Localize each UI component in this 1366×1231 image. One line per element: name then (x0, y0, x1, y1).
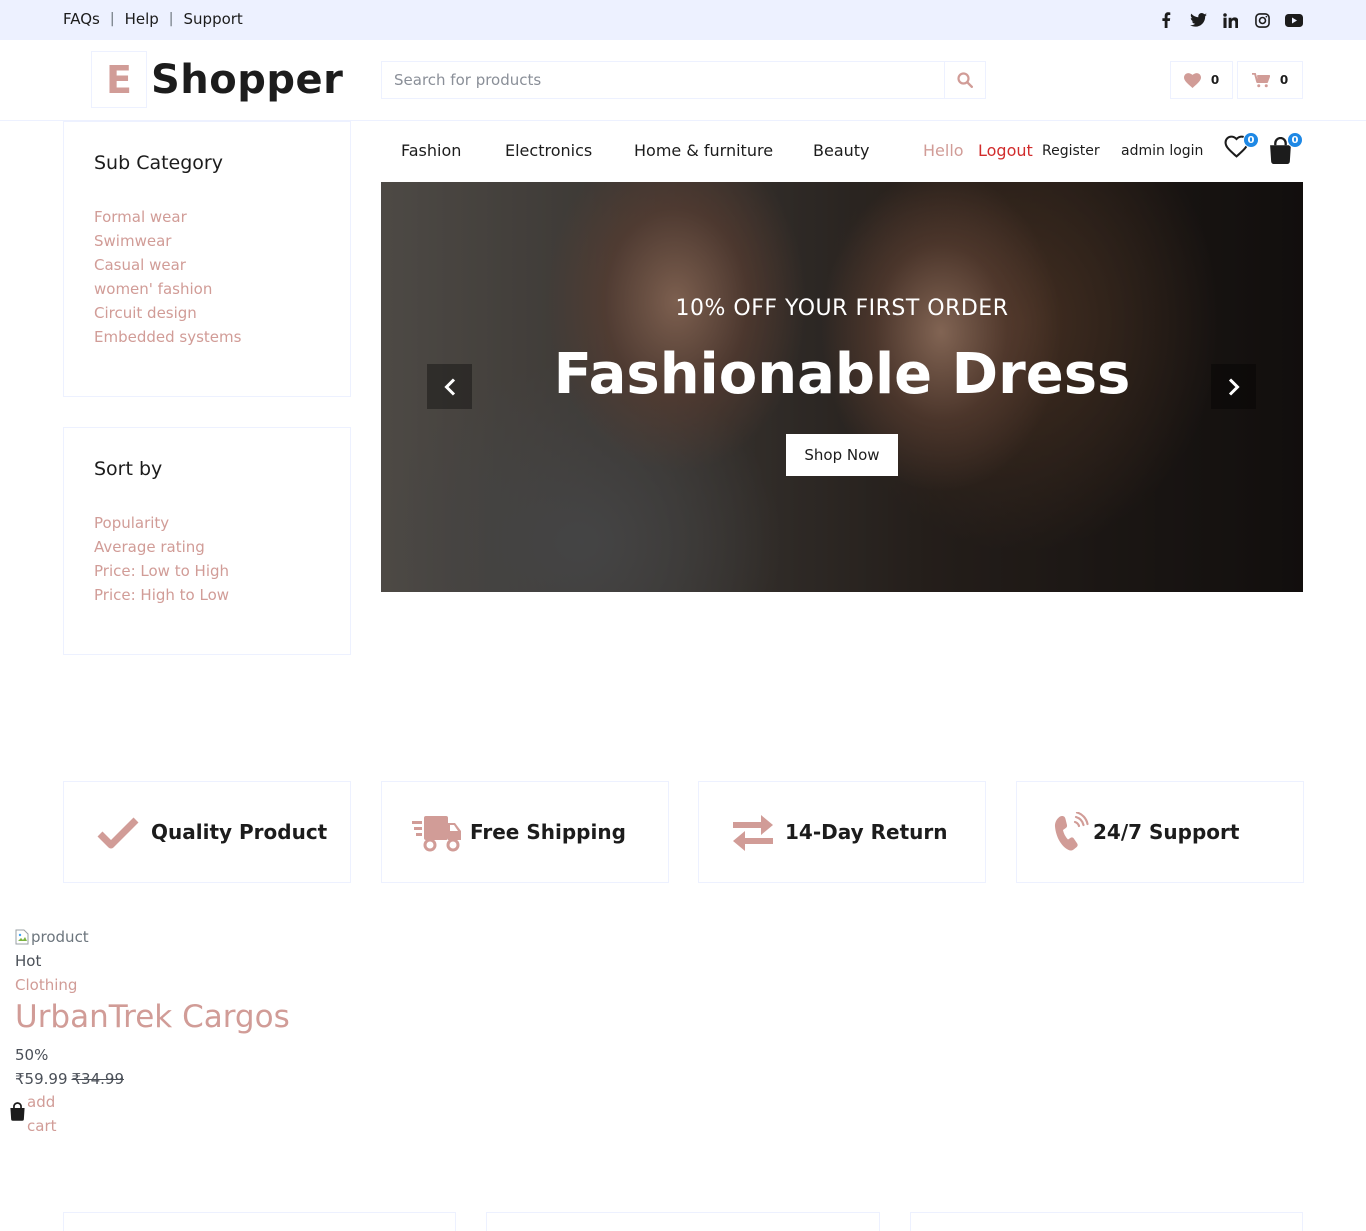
subcategory-title: Sub Category (94, 152, 223, 174)
product-badge: Hot (15, 952, 42, 970)
separator: | (168, 11, 174, 27)
carousel-next-button[interactable] (1211, 364, 1256, 409)
product-discount: 50% (15, 1046, 49, 1064)
feature-label: 24/7 Support (1093, 820, 1240, 844)
nav-fashion[interactable]: Fashion (401, 141, 461, 160)
product-old-price: ₹34.99 (71, 1070, 125, 1088)
add-to-cart-line: cart (27, 1117, 57, 1135)
main-nav: Fashion Electronics Home & furniture Bea… (381, 121, 1303, 182)
subcategory-panel: Sub Category Formal wear Swimwear Casual… (63, 121, 351, 397)
hero-subtitle: 10% OFF YOUR FIRST ORDER (675, 296, 1009, 321)
add-to-cart-button[interactable]: add cart (7, 1090, 59, 1136)
hero-title: Fashionable Dress (553, 342, 1131, 407)
register-link[interactable]: Register (1042, 143, 1100, 159)
cart-button[interactable]: 0 (1237, 61, 1303, 99)
search-input[interactable] (382, 62, 944, 98)
admin-login-link[interactable]: admin login (1121, 143, 1203, 159)
product-card[interactable]: product Hot Clothing UrbanTrek Cargos 50… (10, 928, 290, 1135)
social-links (1157, 11, 1303, 29)
top-bar: FAQs | Help | Support (0, 0, 1366, 40)
instagram-icon[interactable] (1253, 11, 1271, 29)
site-header: E Shopper 0 0 (0, 40, 1366, 121)
feature-label: 14-Day Return (785, 820, 948, 844)
linkedin-icon[interactable] (1221, 11, 1239, 29)
cart-count: 0 (1279, 73, 1289, 87)
product-prices: ₹59.99 ₹34.99 (15, 1070, 124, 1088)
search-icon (957, 72, 973, 88)
product-name[interactable]: UrbanTrek Cargos (15, 999, 290, 1035)
subcategory-item[interactable]: Formal wear (94, 205, 241, 229)
search-button[interactable] (944, 62, 985, 98)
phone-volume-icon (1045, 812, 1097, 854)
cart-icon (1251, 72, 1270, 87)
hero-carousel: 10% OFF YOUR FIRST ORDER Fashionable Dre… (381, 182, 1303, 592)
broken-image-icon (15, 929, 29, 945)
nav-cart-button[interactable]: 0 (1268, 132, 1303, 168)
product-card-placeholder (486, 1212, 880, 1231)
subcategory-item[interactable]: women' fashion (94, 277, 241, 301)
facebook-icon[interactable] (1157, 11, 1175, 29)
nav-home-furniture[interactable]: Home & furniture (634, 141, 773, 160)
greeting-text: Hello (923, 141, 964, 160)
chevron-left-icon (443, 377, 455, 396)
separator: | (109, 11, 115, 27)
feature-support: 24/7 Support (1016, 781, 1304, 883)
faqs-link[interactable]: FAQs (63, 10, 100, 28)
nav-electronics[interactable]: Electronics (505, 141, 592, 160)
feature-quality: Quality Product (63, 781, 351, 883)
product-category[interactable]: Clothing (15, 976, 77, 994)
product-card-placeholder (910, 1212, 1303, 1231)
carousel-prev-button[interactable] (427, 364, 472, 409)
logo-letter: E (91, 51, 147, 108)
feature-return: 14-Day Return (698, 781, 986, 883)
product-price: ₹59.99 (15, 1070, 68, 1088)
sort-option[interactable]: Price: Low to High (94, 559, 229, 583)
product-image-alt: product (31, 928, 89, 946)
product-image[interactable]: product (15, 928, 89, 946)
subcategory-item[interactable]: Swimwear (94, 229, 241, 253)
twitter-icon[interactable] (1189, 11, 1207, 29)
logo[interactable]: E Shopper (91, 51, 343, 108)
subcategory-list: Formal wear Swimwear Casual wear women' … (94, 205, 241, 349)
sort-panel: Sort by Popularity Average rating Price:… (63, 427, 351, 655)
nav-wishlist-button[interactable]: 0 (1224, 132, 1259, 162)
subcategory-item[interactable]: Circuit design (94, 301, 241, 325)
check-icon (92, 812, 144, 854)
chevron-right-icon (1228, 377, 1240, 396)
shipping-truck-icon (410, 812, 462, 854)
subcategory-item[interactable]: Casual wear (94, 253, 241, 277)
support-link[interactable]: Support (184, 10, 243, 28)
wishlist-badge: 0 (1243, 132, 1259, 148)
nav-beauty[interactable]: Beauty (813, 141, 870, 160)
logout-link[interactable]: Logout (978, 141, 1033, 160)
heart-icon (1183, 72, 1201, 88)
cart-badge: 0 (1287, 132, 1303, 148)
sort-option[interactable]: Average rating (94, 535, 229, 559)
sort-options-list: Popularity Average rating Price: Low to … (94, 511, 229, 607)
search-bar (381, 61, 986, 99)
exchange-arrows-icon (727, 812, 779, 854)
help-link[interactable]: Help (125, 10, 159, 28)
youtube-icon[interactable] (1285, 11, 1303, 29)
wishlist-button[interactable]: 0 (1170, 61, 1233, 99)
product-card-placeholder (63, 1212, 456, 1231)
feature-shipping: Free Shipping (381, 781, 669, 883)
logo-text: Shopper (151, 56, 344, 103)
wishlist-count: 0 (1210, 73, 1220, 87)
top-links: FAQs | Help | Support (63, 10, 243, 28)
sort-option[interactable]: Popularity (94, 511, 229, 535)
sort-title: Sort by (94, 458, 163, 480)
add-to-cart-line: add (27, 1093, 56, 1111)
sort-option[interactable]: Price: High to Low (94, 583, 229, 607)
add-to-cart-label: add cart (27, 1090, 57, 1138)
subcategory-item[interactable]: Embedded systems (94, 325, 241, 349)
shopping-bag-icon (10, 1102, 25, 1121)
shop-now-button[interactable]: Shop Now (786, 434, 898, 476)
feature-label: Quality Product (151, 820, 328, 844)
feature-label: Free Shipping (470, 820, 626, 844)
